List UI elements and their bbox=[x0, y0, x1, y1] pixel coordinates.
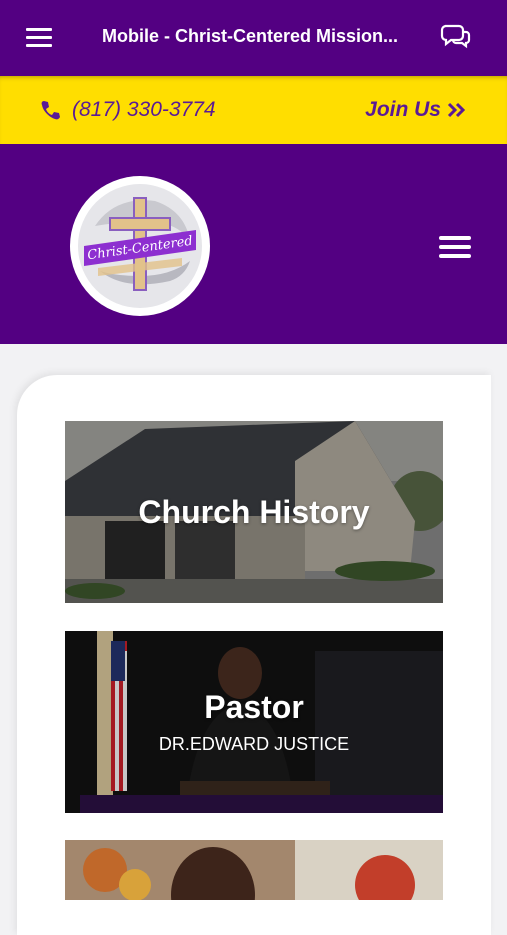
phone-number-link[interactable]: (817) 330-3774 bbox=[72, 98, 216, 122]
join-us-link[interactable]: Join Us bbox=[365, 98, 467, 122]
pastor-card[interactable]: Pastor DR.EDWARD JUSTICE bbox=[65, 631, 443, 813]
site-header: Christ-Centered bbox=[0, 144, 507, 344]
ministry-image bbox=[65, 840, 443, 900]
call-bar: (817) 330-3774 Join Us bbox=[0, 76, 507, 144]
double-chevron-right-icon bbox=[447, 102, 466, 118]
card-subtitle: DR.EDWARD JUSTICE bbox=[158, 734, 350, 754]
card-title: Church History bbox=[138, 493, 370, 530]
chat-icon[interactable] bbox=[440, 22, 472, 50]
church-history-card[interactable]: Church History bbox=[65, 421, 443, 603]
church-logo[interactable]: Christ-Centered bbox=[70, 176, 210, 316]
join-us-label: Join Us bbox=[365, 98, 441, 121]
card-title: Pastor bbox=[204, 689, 304, 725]
ministry-card[interactable] bbox=[65, 840, 443, 900]
app-bar: Mobile - Christ-Centered Mission... bbox=[0, 0, 507, 76]
phone-icon[interactable] bbox=[40, 100, 60, 120]
hamburger-icon[interactable] bbox=[439, 236, 471, 258]
menu-icon[interactable] bbox=[26, 28, 52, 48]
page-title: Mobile - Christ-Centered Mission... bbox=[102, 26, 399, 46]
